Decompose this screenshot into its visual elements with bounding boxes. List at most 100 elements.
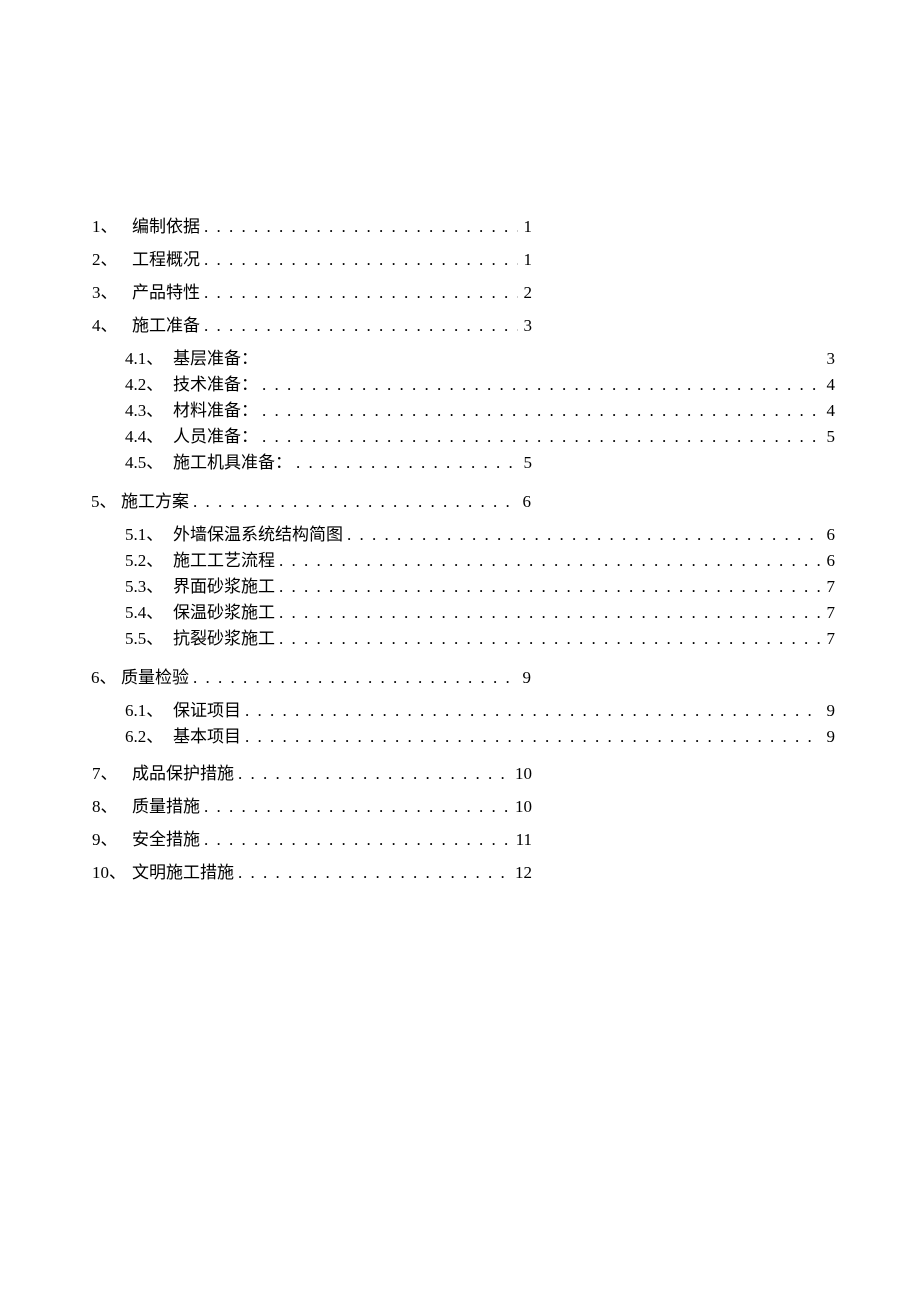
toc-entry-number: 4、 (92, 317, 132, 334)
toc-entry-number: 5.2、 (125, 552, 173, 569)
toc-subentry: 5.5、 抗裂砂浆施工 . . . . . . . . . . . . . . … (125, 630, 835, 652)
toc-dots: . . . . . . . . . . . . . . . . . . . . … (200, 218, 518, 235)
toc-dots: . . . . . . . . . . . . . . . . . . . . … (258, 376, 821, 393)
toc-entry-number: 1、 (92, 218, 132, 235)
toc-page: 9 (517, 669, 532, 686)
toc-entry-number: 3、 (92, 284, 132, 301)
toc-page: 10 (509, 798, 532, 815)
toc-dots: . . . . . . . . . . . . . . . . . . . . … (234, 765, 509, 782)
toc-dots: . . . . . . . . . . . . . . . . . . . . … (200, 798, 509, 815)
toc-dots: . . . . . . . . . . . . . . . . . . . . … (189, 669, 517, 686)
toc-page: 12 (509, 864, 532, 881)
toc-entry-number: 5、 (91, 493, 121, 510)
toc-page: 3 (518, 317, 533, 334)
toc-page: 1 (518, 218, 533, 235)
toc-entry-number: 2、 (92, 251, 132, 268)
toc-subentry: 6.1、 保证项目 . . . . . . . . . . . . . . . … (125, 702, 835, 724)
toc-page: 10 (509, 765, 532, 782)
toc-page: 4 (821, 402, 836, 419)
toc-entry-title: 材料准备： (173, 402, 258, 419)
toc-entry-title: 界面砂浆施工 (173, 578, 275, 595)
toc-dots: . . . . . . . . . . . . . . . . . . . . … (200, 317, 518, 334)
toc-page: 7 (821, 630, 836, 647)
toc-entry: 2、 工程概况 . . . . . . . . . . . . . . . . … (92, 251, 532, 273)
toc-page: 5 (518, 454, 533, 471)
toc-page: 1 (518, 251, 533, 268)
toc-dots: . . . . . . . . . . . . . . . . . . . . … (200, 831, 510, 848)
toc-entry-title: 技术准备： (173, 376, 258, 393)
toc-dots: . . . . . . . . . . . . . . . . . . . . … (189, 493, 517, 510)
toc-dots: . . . . . . . . . . . . . . . . . . . . … (234, 864, 509, 881)
toc-subentry: 4.3、 材料准备： . . . . . . . . . . . . . . .… (125, 402, 835, 424)
toc-entry-number: 5.4、 (125, 604, 173, 621)
toc-entry-number: 4.4、 (125, 428, 173, 445)
toc-entry-number: 4.3、 (125, 402, 173, 419)
toc-dots: . . . . . . . . . . . . . . . . . . . . … (343, 526, 821, 543)
toc-entry: 5、 施工方案 . . . . . . . . . . . . . . . . … (91, 493, 531, 515)
toc-entry-title: 施工准备 (132, 317, 200, 334)
toc-entry: 9、 安全措施 . . . . . . . . . . . . . . . . … (92, 831, 532, 853)
toc-entry-title: 施工工艺流程 (173, 552, 275, 569)
toc-entry: 10、 文明施工措施 . . . . . . . . . . . . . . .… (92, 864, 532, 886)
toc-page: 6 (821, 526, 836, 543)
toc-entry-title: 基本项目 (173, 728, 241, 745)
toc-dots: . . . . . . . . . . . . . . . . . . . . … (258, 428, 821, 445)
toc-entry-number: 5.1、 (125, 526, 173, 543)
toc-entry-title: 施工机具准备： (173, 454, 292, 471)
toc-entry-title: 施工方案 (121, 493, 189, 510)
toc-entry-number: 10、 (92, 864, 132, 881)
toc-page: 2 (518, 284, 533, 301)
toc-entry-title: 保证项目 (173, 702, 241, 719)
toc-entry-title: 成品保护措施 (132, 765, 234, 782)
toc-entry: 8、 质量措施 . . . . . . . . . . . . . . . . … (92, 798, 532, 820)
toc-entry-number: 7、 (92, 765, 132, 782)
toc-page: 7 (821, 604, 836, 621)
toc-entry-number: 9、 (92, 831, 132, 848)
toc-dots: . . . . . . . . . . . . . . . . . . . . … (200, 284, 518, 301)
toc-page: 3 (821, 350, 836, 367)
toc-dots: . . . . . . . . . . . . . . . . . . . . … (241, 702, 821, 719)
toc-dots: . . . . . . . . . . . . . . . . . . . . … (275, 578, 821, 595)
toc-dots: . . . . . . . . . . . . . . . . . . . . … (275, 604, 821, 621)
toc-subentry: 5.1、 外墙保温系统结构简图 . . . . . . . . . . . . … (125, 526, 835, 548)
toc-entry-number: 5.5、 (125, 630, 173, 647)
toc-entry: 4、 施工准备 . . . . . . . . . . . . . . . . … (92, 317, 532, 339)
toc-dots: . . . . . . . . . . . . . . . . . . . . … (258, 402, 821, 419)
toc-page: 6 (517, 493, 532, 510)
toc-entry: 7、 成品保护措施 . . . . . . . . . . . . . . . … (92, 765, 532, 787)
toc-page: 9 (821, 728, 836, 745)
toc-entry-title: 安全措施 (132, 831, 200, 848)
toc-dots: . . . . . . . . . . . . . . . . . . . . … (292, 454, 518, 471)
toc-subentry: 4.4、 人员准备： . . . . . . . . . . . . . . .… (125, 428, 835, 450)
toc-subentry: 4.2、 技术准备： . . . . . . . . . . . . . . .… (125, 376, 835, 398)
toc-entry-number: 4.1、 (125, 350, 173, 367)
toc-page: 6 (821, 552, 836, 569)
toc-subentry: 4.1、 基层准备： 3 (125, 350, 835, 372)
toc-entry-number: 6.1、 (125, 702, 173, 719)
toc-entry-number: 8、 (92, 798, 132, 815)
toc-entry-title: 工程概况 (132, 251, 200, 268)
toc-dots: . . . . . . . . . . . . . . . . . . . . … (200, 251, 518, 268)
toc-entry-number: 5.3、 (125, 578, 173, 595)
toc-subentry: 5.2、 施工工艺流程 . . . . . . . . . . . . . . … (125, 552, 835, 574)
toc-entry-title: 外墙保温系统结构简图 (173, 526, 343, 543)
toc-entry: 1、 编制依据 . . . . . . . . . . . . . . . . … (92, 218, 532, 240)
toc-subentry: 6.2、 基本项目 . . . . . . . . . . . . . . . … (125, 728, 835, 750)
toc-entry-title: 质量检验 (121, 669, 189, 686)
toc-entry-number: 4.2、 (125, 376, 173, 393)
toc-page: 7 (821, 578, 836, 595)
toc-subentry: 5.4、 保温砂浆施工 . . . . . . . . . . . . . . … (125, 604, 835, 626)
toc-entry-title: 编制依据 (132, 218, 200, 235)
toc-entry-title: 质量措施 (132, 798, 200, 815)
toc-page: 9 (821, 702, 836, 719)
toc-entry-title: 文明施工措施 (132, 864, 234, 881)
toc-page: 4 (821, 376, 836, 393)
toc-entry: 6、 质量检验 . . . . . . . . . . . . . . . . … (91, 669, 531, 691)
toc-dots: . . . . . . . . . . . . . . . . . . . . … (241, 728, 821, 745)
toc-entry-title: 保温砂浆施工 (173, 604, 275, 621)
toc-entry-title: 产品特性 (132, 284, 200, 301)
toc-page: 11 (510, 831, 532, 848)
toc-entry-title: 基层准备： (173, 350, 258, 367)
toc-dots: . . . . . . . . . . . . . . . . . . . . … (275, 630, 821, 647)
toc-page: 5 (821, 428, 836, 445)
